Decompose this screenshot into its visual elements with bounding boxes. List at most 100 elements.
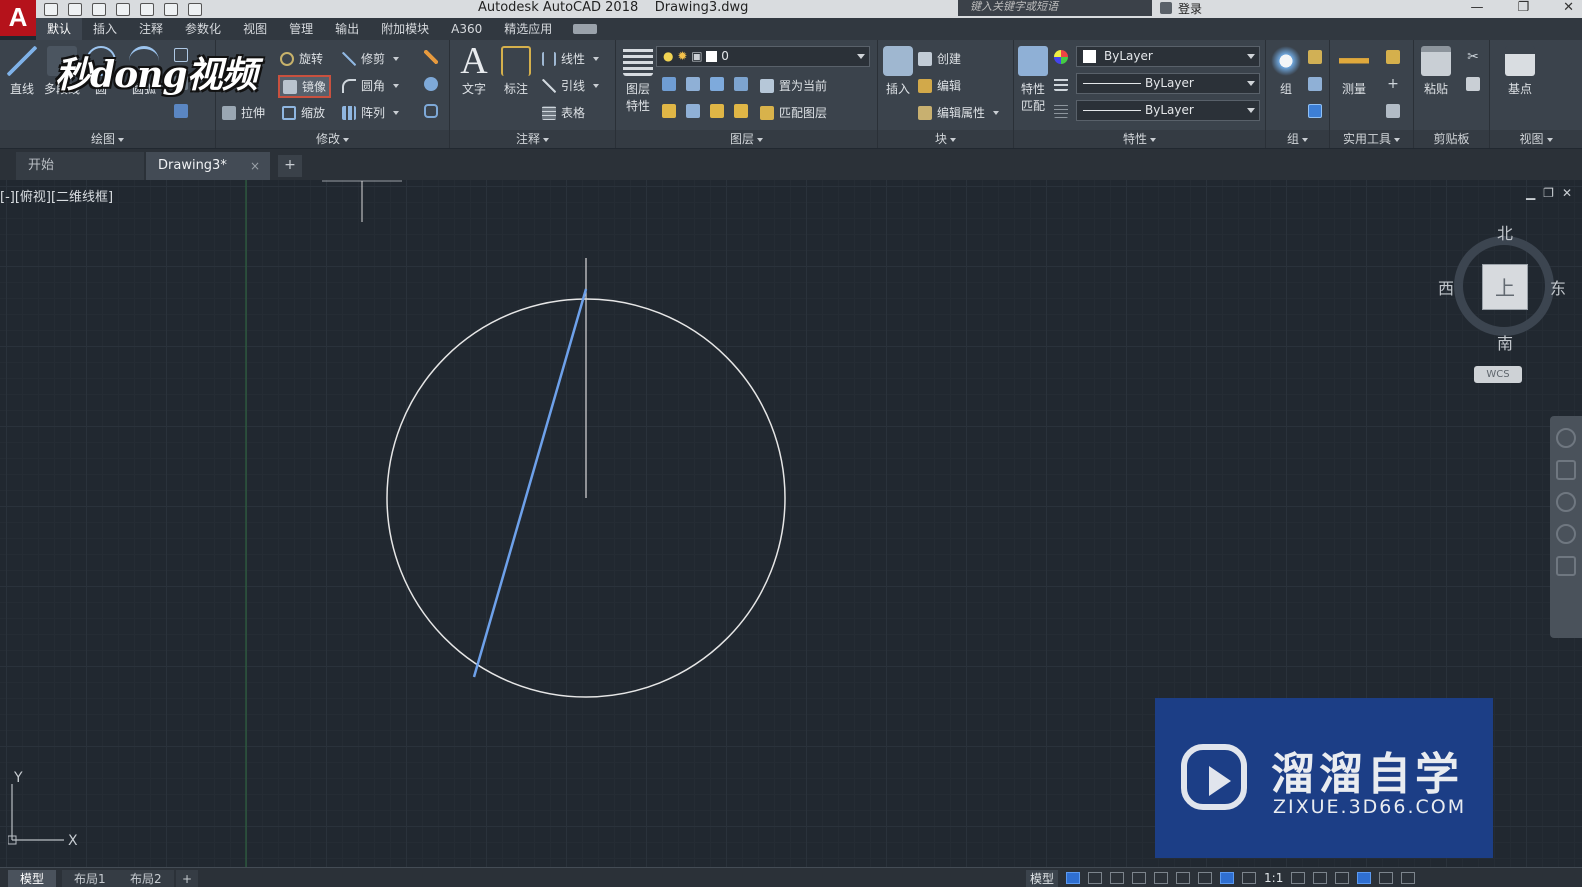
- match-properties-button[interactable]: 特性 匹配: [1016, 46, 1050, 114]
- group-select-icon[interactable]: [1308, 104, 1322, 118]
- tab-insert[interactable]: 插入: [82, 18, 128, 40]
- hardware-acceleration-icon[interactable]: [1357, 872, 1372, 884]
- drawing-canvas[interactable]: [-][俯视][二维线框] ▁ ❐ ✕ 上 北 南 东 西 WCS Y X 溜溜…: [0, 180, 1582, 867]
- measure-button[interactable]: 测量: [1334, 46, 1374, 97]
- isolate-objects-icon[interactable]: [1335, 872, 1350, 884]
- viewcube-top-face[interactable]: 上: [1482, 264, 1528, 310]
- set-current-button[interactable]: 置为当前: [760, 77, 827, 94]
- layer-dropdown[interactable]: ● ✹ ▣ 0: [656, 46, 870, 67]
- layer-properties-button[interactable]: 图层 特性: [622, 46, 654, 114]
- linetype-icon[interactable]: [1054, 104, 1068, 118]
- annotation-monitor-icon[interactable]: [1313, 872, 1328, 884]
- base-point-button[interactable]: 基点: [1502, 46, 1538, 97]
- linetype-dropdown[interactable]: ByLayer: [1076, 100, 1260, 121]
- tab-start[interactable]: 开始: [16, 152, 144, 180]
- viewcube[interactable]: 上 北 南 东 西 WCS: [1438, 220, 1570, 400]
- lineweight-toggle-icon[interactable]: [1176, 872, 1191, 884]
- layout-tab-layout2[interactable]: 布局2: [118, 870, 174, 887]
- fillet-button[interactable]: 圆角: [342, 77, 400, 94]
- scale-button[interactable]: 缩放: [282, 104, 325, 121]
- utilities-panel-title[interactable]: 实用工具: [1330, 130, 1413, 148]
- cut-icon[interactable]: ✂: [1466, 50, 1480, 64]
- color-wheel-icon[interactable]: [1054, 50, 1068, 64]
- trim-button[interactable]: 修剪: [342, 50, 400, 67]
- workspace-gear-icon[interactable]: [1291, 872, 1306, 884]
- minimize-button[interactable]: —: [1470, 0, 1483, 15]
- layer-unlock-icon[interactable]: [734, 104, 748, 118]
- redo-icon[interactable]: [188, 2, 202, 16]
- lineweight-icon[interactable]: [1054, 77, 1068, 91]
- table-button[interactable]: 表格: [542, 104, 585, 121]
- ribbon-toggle-icon[interactable]: [573, 24, 598, 34]
- region-tool[interactable]: [174, 104, 188, 118]
- add-layout-button[interactable]: +: [176, 870, 199, 887]
- annotation-scale[interactable]: 1:1: [1264, 871, 1283, 885]
- ungroup-icon[interactable]: [1308, 50, 1322, 64]
- zoom-icon[interactable]: [1556, 492, 1576, 512]
- point-icon[interactable]: +: [1386, 77, 1400, 91]
- paste-button[interactable]: 粘贴: [1420, 46, 1452, 97]
- layer-isolate-icon[interactable]: [686, 77, 700, 91]
- polar-toggle-icon[interactable]: [1132, 872, 1147, 884]
- clipboard-panel-title[interactable]: 剪贴板: [1414, 130, 1489, 148]
- calculator-icon[interactable]: [1386, 104, 1400, 118]
- text-button[interactable]: A 文字: [456, 42, 492, 97]
- restore-button[interactable]: ❐: [1517, 0, 1529, 15]
- login-area[interactable]: 登录: [1160, 0, 1202, 16]
- close-button[interactable]: ✕: [1563, 0, 1574, 15]
- compass-north[interactable]: 北: [1497, 220, 1513, 244]
- array-button[interactable]: 阵列: [342, 104, 400, 121]
- undo-icon[interactable]: [164, 2, 178, 16]
- wcs-menu-button[interactable]: WCS: [1474, 366, 1522, 383]
- close-tab-icon[interactable]: ×: [250, 152, 260, 180]
- create-block-button[interactable]: 创建: [918, 50, 961, 67]
- tab-manage[interactable]: 管理: [278, 18, 324, 40]
- search-input[interactable]: 键入关键字或短语: [958, 0, 1152, 16]
- group-edit-icon[interactable]: [1308, 77, 1322, 91]
- layer-thaw-icon[interactable]: [710, 104, 724, 118]
- snap-toggle-icon[interactable]: [1088, 872, 1103, 884]
- osnap-toggle-icon[interactable]: [1154, 872, 1169, 884]
- annotation-panel-title[interactable]: 注释: [450, 130, 615, 148]
- layer-unisolate-icon[interactable]: [686, 104, 700, 118]
- match-layer-button[interactable]: 匹配图层: [760, 104, 827, 121]
- explode-button[interactable]: [424, 77, 438, 91]
- clean-screen-icon[interactable]: [1379, 872, 1394, 884]
- layers-panel-title[interactable]: 图层: [616, 130, 877, 148]
- model-space-button[interactable]: 模型: [1026, 869, 1059, 887]
- tab-default[interactable]: 默认: [36, 18, 83, 40]
- ortho-toggle-icon[interactable]: [1110, 872, 1125, 884]
- orbit-icon[interactable]: [1556, 524, 1576, 544]
- print-icon[interactable]: [140, 2, 154, 16]
- tab-featured-apps[interactable]: 精选应用: [493, 18, 563, 40]
- tab-drawing3[interactable]: Drawing3* ×: [146, 152, 270, 180]
- linear-dimension-button[interactable]: 线性: [542, 50, 600, 67]
- rotate-button[interactable]: 旋转: [280, 50, 323, 67]
- pan-icon[interactable]: [1556, 460, 1576, 480]
- edit-block-button[interactable]: 编辑: [918, 77, 961, 94]
- tab-view[interactable]: 视图: [232, 18, 278, 40]
- color-dropdown[interactable]: ByLayer: [1076, 46, 1260, 67]
- autocad-logo[interactable]: A: [0, 0, 36, 36]
- layer-lock-icon[interactable]: [734, 77, 748, 91]
- layer-on-icon[interactable]: [662, 104, 676, 118]
- group-button[interactable]: 组: [1270, 46, 1302, 97]
- dimension-button[interactable]: 标注: [498, 46, 534, 97]
- login-label[interactable]: 登录: [1178, 0, 1202, 17]
- lineweight-dropdown[interactable]: ByLayer: [1076, 73, 1260, 94]
- customization-menu-icon[interactable]: [1401, 872, 1416, 884]
- block-panel-title[interactable]: 块: [878, 130, 1013, 148]
- groups-panel-title[interactable]: 组: [1266, 130, 1329, 148]
- new-file-icon[interactable]: [44, 2, 58, 16]
- edit-attributes-button[interactable]: 编辑属性: [918, 104, 1000, 121]
- layer-off-icon[interactable]: [662, 77, 676, 91]
- layer-freeze-icon[interactable]: [710, 77, 724, 91]
- tab-annotate[interactable]: 注释: [128, 18, 174, 40]
- compass-east[interactable]: 东: [1550, 275, 1566, 299]
- steering-wheel-icon[interactable]: [1556, 428, 1576, 448]
- autoscale-icon[interactable]: [1242, 872, 1257, 884]
- layout-tab-model[interactable]: 模型: [8, 870, 57, 887]
- mirror-button[interactable]: 镜像: [277, 75, 332, 98]
- grid-toggle-icon[interactable]: [1066, 872, 1081, 884]
- save-as-icon[interactable]: [116, 2, 130, 16]
